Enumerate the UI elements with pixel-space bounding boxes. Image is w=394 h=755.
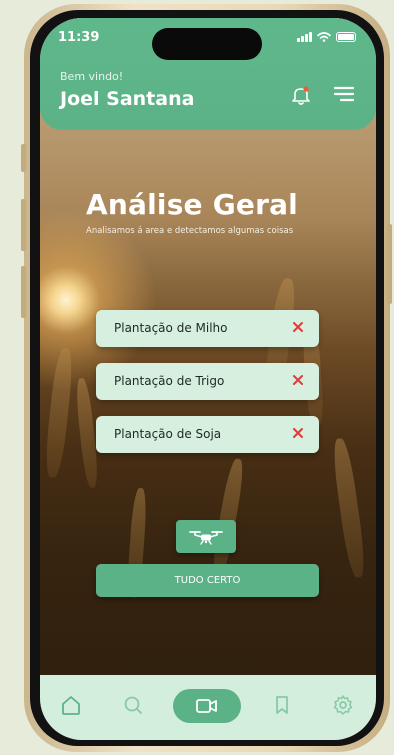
wifi-icon	[317, 32, 331, 42]
user-name: Joel Santana	[60, 88, 195, 110]
hamburger-menu-icon[interactable]	[332, 82, 356, 106]
page-subtitle: Analisamos á area e detectamos algumas c…	[86, 226, 294, 236]
nav-video-button[interactable]	[173, 689, 241, 723]
battery-icon	[336, 32, 356, 42]
search-icon[interactable]	[121, 693, 145, 717]
status-time: 11:39	[58, 30, 100, 45]
greeting-text: Bem vindo!	[60, 70, 124, 83]
signal-icon	[297, 32, 312, 42]
close-icon[interactable]	[291, 426, 305, 440]
bottom-nav	[40, 675, 376, 740]
bookmark-icon[interactable]	[270, 693, 294, 717]
notification-dot	[303, 86, 309, 92]
dynamic-island	[152, 28, 262, 60]
drone-icon	[189, 531, 223, 545]
volume-down-button	[21, 266, 26, 318]
crop-label: Plantação de Soja	[114, 427, 222, 441]
close-icon[interactable]	[291, 320, 305, 334]
app-header: 11:39 Bem vindo! Joel Santana	[40, 18, 376, 130]
home-icon[interactable]	[59, 693, 83, 717]
crop-label: Plantação de Milho	[114, 321, 228, 335]
close-icon[interactable]	[291, 373, 305, 387]
settings-icon[interactable]	[331, 693, 355, 717]
all-good-button[interactable]: TUDO CERTO	[96, 564, 319, 597]
app-screen: 11:39 Bem vindo! Joel Santana Análise Ge…	[40, 18, 376, 740]
crop-item-soja[interactable]: Plantação de Soja	[96, 416, 319, 453]
volume-up-button	[21, 199, 26, 251]
crop-label: Plantação de Trigo	[114, 374, 225, 388]
status-icons	[297, 32, 356, 42]
crop-item-trigo[interactable]: Plantação de Trigo	[96, 363, 319, 400]
power-button	[387, 224, 392, 304]
action-button	[21, 144, 26, 172]
video-camera-icon	[196, 699, 217, 713]
drone-button[interactable]	[176, 520, 236, 553]
page-title: Análise Geral	[86, 188, 298, 221]
bell-icon[interactable]	[290, 84, 312, 106]
crop-item-milho[interactable]: Plantação de Milho	[96, 310, 319, 347]
